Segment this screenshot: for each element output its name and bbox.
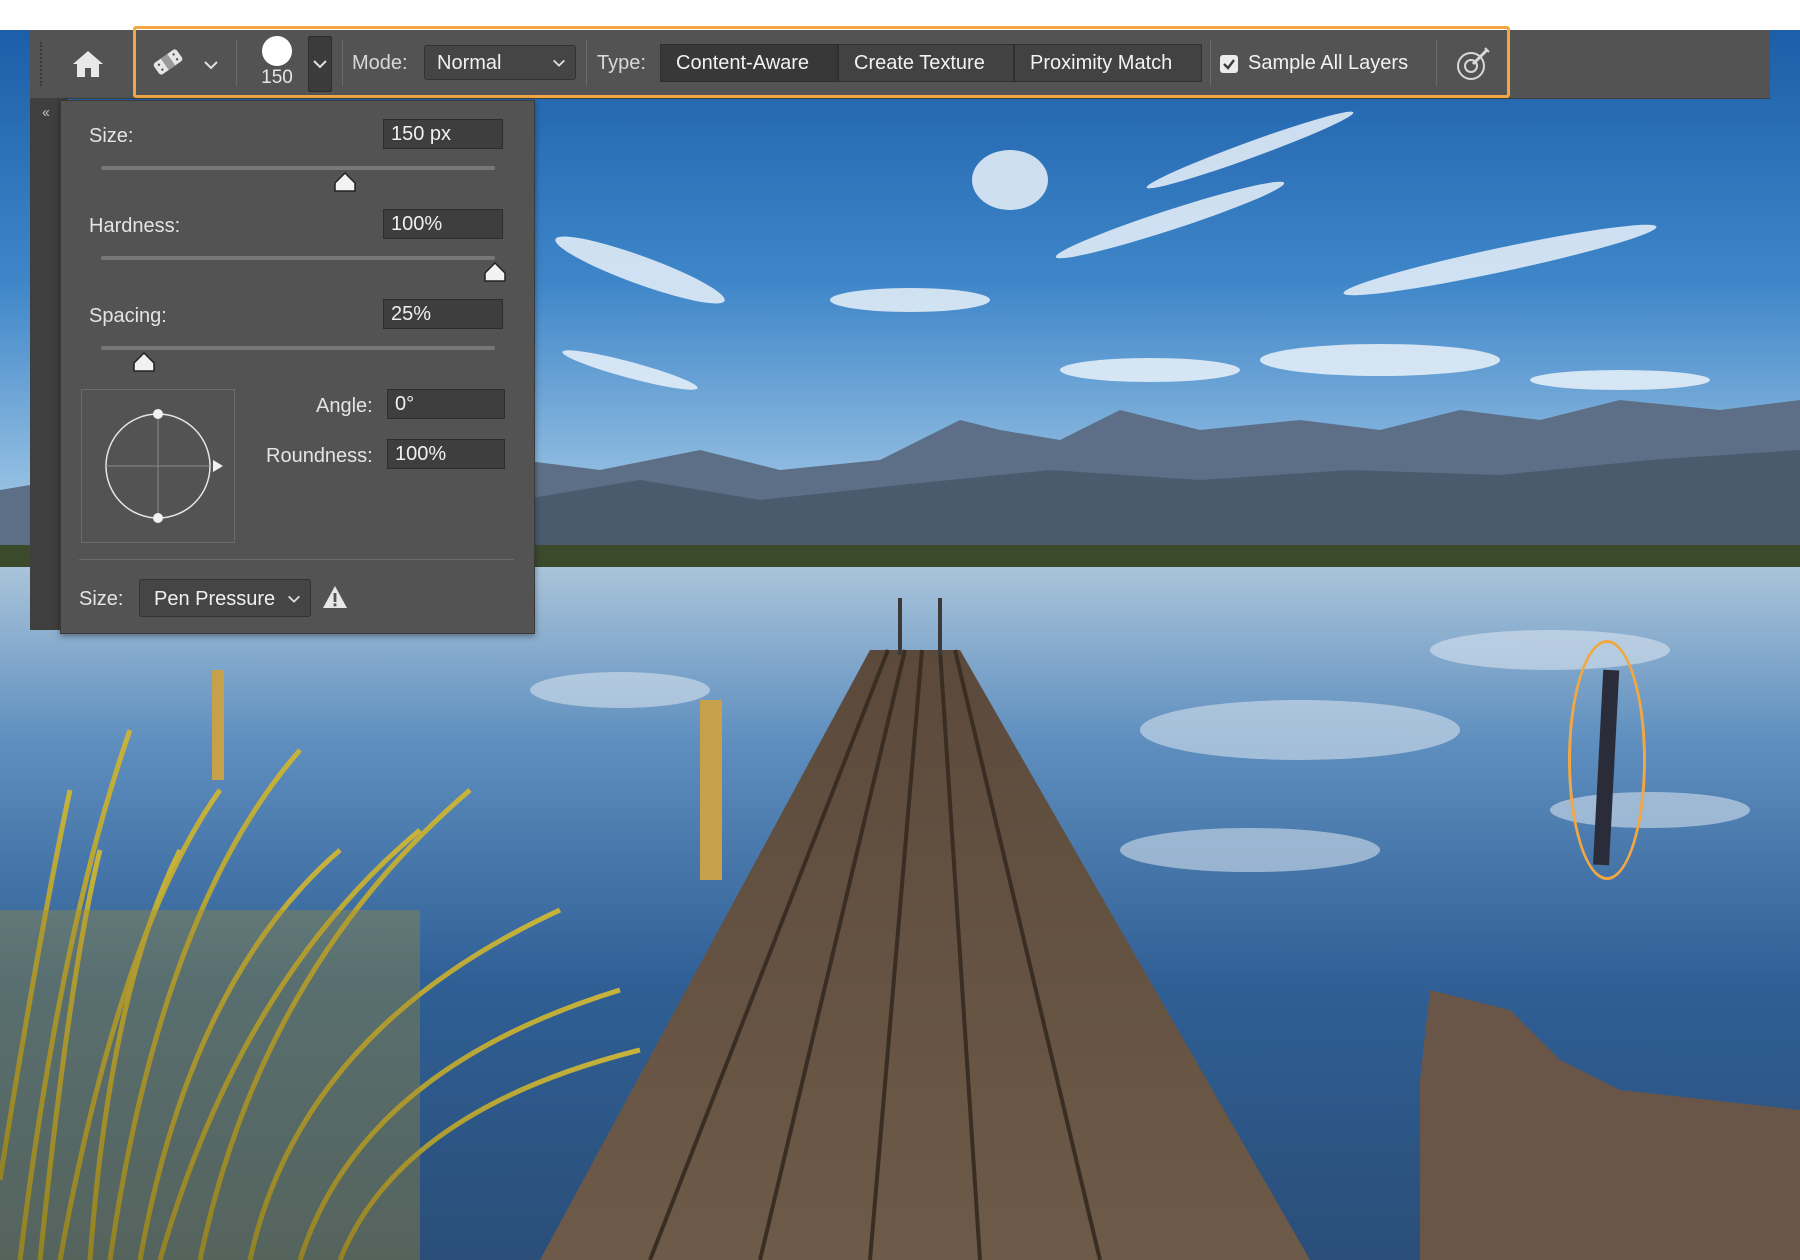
warning-icon[interactable] xyxy=(321,583,349,611)
size-dynamics-select[interactable]: Pen Pressure xyxy=(139,579,311,617)
spacing-slider-thumb[interactable] xyxy=(132,351,156,373)
pressure-size-button[interactable] xyxy=(1455,46,1491,82)
chevron-down-icon xyxy=(204,61,218,70)
type-create-texture-button[interactable]: Create Texture xyxy=(838,44,1014,82)
type-proximity-match-button[interactable]: Proximity Match xyxy=(1014,44,1202,82)
angle-field[interactable]: 0° xyxy=(387,389,505,419)
separator xyxy=(236,40,237,86)
separator xyxy=(1210,40,1211,86)
size-dynamics-value: Pen Pressure xyxy=(154,588,276,610)
checkmark-icon xyxy=(1223,59,1235,70)
mode-value: Normal xyxy=(437,52,502,74)
size-slider-thumb[interactable] xyxy=(333,171,357,193)
sample-all-layers-checkbox[interactable] xyxy=(1220,55,1238,73)
mode-select[interactable]: Normal xyxy=(424,45,576,80)
slider-thumb-icon xyxy=(484,261,506,282)
spacing-field[interactable]: 25% xyxy=(383,299,503,329)
brush-tip-icon xyxy=(262,36,292,66)
post-highlight-ellipse xyxy=(1568,640,1646,880)
hardness-slider-thumb[interactable] xyxy=(483,261,507,283)
separator xyxy=(586,40,587,86)
home-button[interactable] xyxy=(52,40,124,88)
hardness-label: Hardness: xyxy=(89,215,181,237)
brush-settings-panel: Size: 150 px Hardness: 100% Spacing: 25%… xyxy=(60,100,535,634)
options-bar-grip[interactable] xyxy=(40,42,44,86)
hardness-field[interactable]: 100% xyxy=(383,209,503,239)
angle-roundness-control[interactable] xyxy=(81,389,235,543)
roundness-field[interactable]: 100% xyxy=(387,439,505,469)
chevron-down-icon xyxy=(553,59,565,67)
slider-thumb-icon xyxy=(334,171,357,192)
spacing-label: Spacing: xyxy=(89,305,167,327)
separator xyxy=(342,40,343,86)
brush-angle-dial xyxy=(105,409,223,523)
type-label: Type: xyxy=(597,52,646,74)
chevron-down-icon xyxy=(313,60,327,69)
brush-preset-preview[interactable]: 150 xyxy=(256,36,298,92)
brush-size-readout: 150 xyxy=(261,67,293,88)
hardness-slider-track[interactable] xyxy=(101,256,495,260)
tool-preset-picker[interactable] xyxy=(148,42,188,82)
collapse-panel-icon[interactable]: ‹‹ xyxy=(42,104,50,121)
type-content-aware-button[interactable]: Content-Aware xyxy=(660,44,838,82)
size-field[interactable]: 150 px xyxy=(383,119,503,149)
warning-triangle-icon xyxy=(323,586,347,608)
brush-settings-dropdown[interactable] xyxy=(308,36,332,92)
spacing-slider-track[interactable] xyxy=(101,346,495,350)
home-icon xyxy=(73,51,103,77)
chevron-down-icon xyxy=(288,595,300,603)
sample-all-layers-label[interactable]: Sample All Layers xyxy=(1248,52,1408,75)
size-label: Size: xyxy=(89,125,134,147)
tool-preset-dropdown[interactable] xyxy=(202,56,220,74)
roundness-label: Roundness: xyxy=(266,445,373,467)
separator xyxy=(1436,40,1437,86)
size-slider-track[interactable] xyxy=(101,166,495,170)
size-dynamics-label: Size: xyxy=(79,588,124,610)
slider-thumb-icon xyxy=(133,351,156,372)
angle-label: Angle: xyxy=(316,395,373,417)
pressure-size-icon xyxy=(1457,47,1490,80)
spot-healing-brush-icon xyxy=(153,49,183,75)
mode-label: Mode: xyxy=(352,52,408,74)
panel-divider xyxy=(79,559,514,560)
